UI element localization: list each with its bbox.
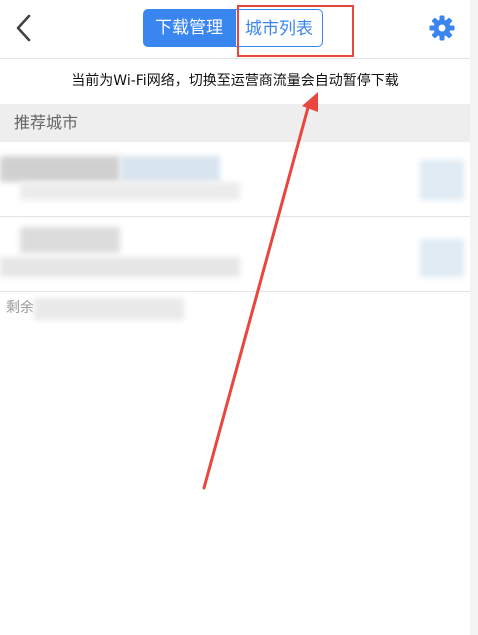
annotation-arrow [202,92,318,490]
